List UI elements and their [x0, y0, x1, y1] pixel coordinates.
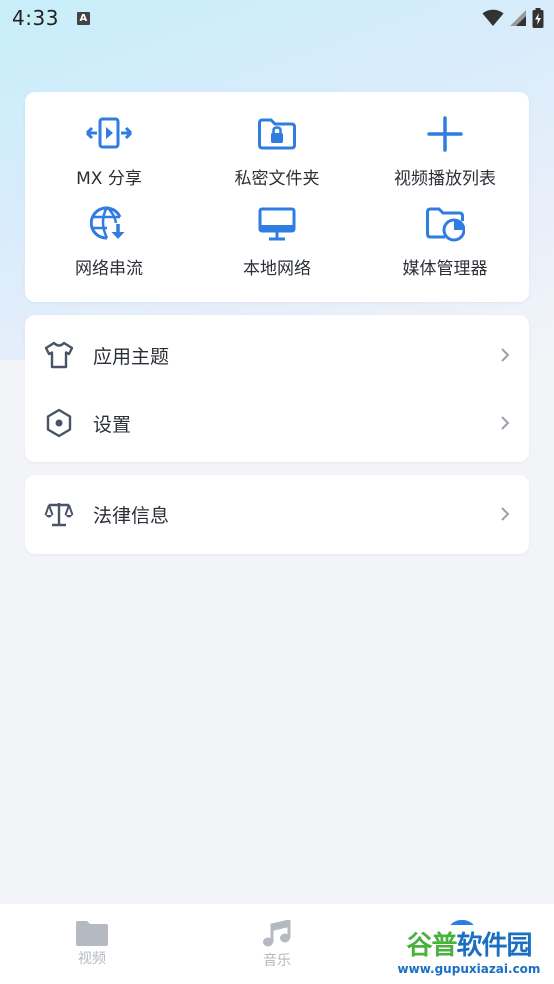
status-time: 4:33 [12, 6, 59, 30]
notification-a-icon: A [76, 11, 90, 25]
battery-charging-icon [532, 8, 544, 28]
mx-share-label: MX 分享 [76, 169, 142, 189]
media-manager-button[interactable]: 媒体管理器 [361, 200, 529, 290]
network-stream-label: 网络串流 [75, 259, 143, 279]
app-theme-row[interactable]: 应用主题 [25, 321, 529, 389]
monitor-icon [253, 200, 301, 248]
plus-icon [421, 110, 469, 158]
watermark-logo: 谷普 软件园 www.gupuxiazai.com [386, 925, 552, 983]
scales-icon [43, 498, 75, 530]
watermark-blue-text: 软件园 [456, 931, 533, 961]
network-stream-button[interactable]: 网络串流 [25, 200, 193, 290]
local-network-button[interactable]: 本地网络 [193, 200, 361, 290]
video-playlist-label: 视频播放列表 [394, 169, 496, 189]
nav-tab-video[interactable]: 视频 [52, 920, 132, 968]
status-indicators [482, 8, 544, 28]
chevron-right-icon [497, 415, 513, 431]
app-theme-label: 应用主题 [93, 345, 170, 368]
quick-actions-card: MX 分享 私密文件夹 视频播放列表 网络串流 本地网络 媒体管理器 [25, 92, 529, 302]
watermark-url: www.gupuxiazai.com [397, 962, 541, 976]
watermark-green-text: 谷普 [406, 931, 457, 961]
media-manager-label: 媒体管理器 [402, 259, 488, 279]
local-network-label: 本地网络 [243, 259, 311, 279]
folder-icon [76, 921, 108, 946]
video-playlist-button[interactable]: 视频播放列表 [361, 110, 529, 200]
hexagon-settings-icon [43, 407, 75, 439]
settings-label: 设置 [93, 413, 132, 436]
legal-info-label: 法律信息 [93, 504, 170, 527]
tshirt-icon [43, 339, 75, 371]
wifi-icon [482, 9, 504, 26]
settings-card: 应用主题 设置 [25, 315, 529, 462]
status-bar: 4:33 A [0, 0, 554, 36]
nav-tab-music[interactable]: 音乐 [237, 920, 317, 970]
private-folder-label: 私密文件夹 [234, 169, 320, 189]
nav-tab-video-label: 视频 [78, 951, 106, 967]
private-folder-button[interactable]: 私密文件夹 [193, 110, 361, 200]
share-transfer-icon [85, 110, 133, 158]
legal-info-row[interactable]: 法律信息 [25, 480, 529, 548]
cellular-signal-icon [510, 10, 526, 26]
locked-folder-icon [253, 110, 301, 158]
nav-tab-music-label: 音乐 [263, 953, 291, 969]
folder-chart-icon [421, 200, 469, 248]
legal-card: 法律信息 [25, 475, 529, 554]
globe-download-icon [85, 200, 133, 248]
settings-row[interactable]: 设置 [25, 389, 529, 457]
music-note-icon [263, 920, 291, 947]
mx-share-button[interactable]: MX 分享 [25, 110, 193, 200]
chevron-right-icon [497, 347, 513, 363]
chevron-right-icon [497, 506, 513, 522]
